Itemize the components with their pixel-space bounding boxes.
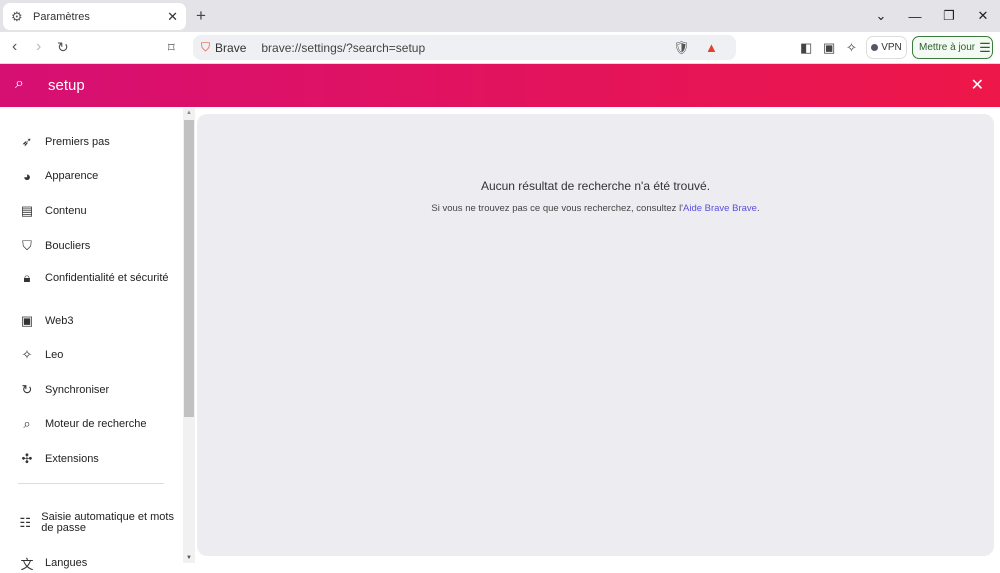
leo-icon[interactable]: ✧ xyxy=(846,40,857,56)
search-input[interactable]: setup xyxy=(48,77,85,94)
sidebar-item[interactable]: 文 Langues xyxy=(0,554,180,573)
menu-icon: ☰ xyxy=(979,39,991,55)
sync-icon: ↻ xyxy=(21,382,33,397)
url-text[interactable]: brave://settings/?search=setup xyxy=(261,41,425,55)
update-label: Mettre à jour xyxy=(919,42,976,53)
sidebar-toggle-icon[interactable]: ◧ xyxy=(800,40,812,56)
new-tab-button[interactable]: + xyxy=(196,6,206,26)
settings-search-bar: ⌕ setup ✕ xyxy=(0,64,1000,107)
sidebar-item[interactable]: ✧ Leo xyxy=(0,347,180,363)
search-icon: ⌕ xyxy=(23,416,31,431)
sidebar-item[interactable]: ☷ Saisie automatique et mots de passe xyxy=(0,512,180,534)
sidebar-item[interactable]: ↻ Synchroniser xyxy=(0,382,180,398)
sidebar-item-label: Langues xyxy=(45,557,88,569)
sidebar-item[interactable]: ▤ Contenu xyxy=(0,203,180,219)
sidebar-item[interactable]: ⌕ Moteur de recherche xyxy=(0,416,180,432)
sidebar-item[interactable]: 🔒︎ Confidentialité et sécurité xyxy=(0,270,180,286)
brave-shield-icon: ⛉ xyxy=(201,40,211,54)
gear-icon: ⚙ xyxy=(11,8,23,24)
address-bar[interactable]: ⛉ Brave brave://settings/?search=setup 🛡… xyxy=(193,35,736,60)
restore-button[interactable]: ❐ xyxy=(932,8,966,24)
rocket-icon: ➶ xyxy=(21,134,33,149)
sidebar-item[interactable]: ✣ Extensions xyxy=(0,451,180,467)
sidebar-item-label: Web3 xyxy=(45,314,74,327)
tab-title: Paramètres xyxy=(33,10,90,23)
help-link[interactable]: Aide Brave Brave xyxy=(683,203,757,214)
translate-icon: 文 xyxy=(20,557,34,572)
sidebar-item[interactable]: ▣ Web3 xyxy=(0,313,180,329)
tab-strip: ⚙ Paramètres ✕ + ⌄ — ❐ ✕ xyxy=(0,0,1000,32)
reload-button[interactable]: ↻ xyxy=(57,39,69,56)
sidebar-item[interactable]: ➶ Premiers pas xyxy=(0,134,180,150)
bookmark-icon[interactable]: ⌑ xyxy=(168,40,175,56)
sparkle-icon: ✧ xyxy=(21,347,33,362)
rewards-icon[interactable]: ▲ xyxy=(705,40,718,55)
vpn-label: VPN xyxy=(881,42,902,53)
wallet-icon[interactable]: ▣ xyxy=(823,40,835,56)
back-button[interactable]: ‹ xyxy=(12,38,17,56)
site-label: Brave xyxy=(215,40,247,55)
help-suffix: . xyxy=(756,203,760,214)
settings-sidebar: ➶ Premiers pas ◕ Apparence ▤ Contenu ⛉ Bouclier… xyxy=(0,108,183,572)
sidebar-item-label: Extensions xyxy=(45,452,99,465)
vpn-button[interactable]: VPN xyxy=(866,36,907,59)
tab-settings[interactable]: ⚙ Paramètres ✕ xyxy=(3,3,186,30)
puzzle-icon: ✣ xyxy=(21,451,33,466)
sidebar-item-label: Confidentialité et sécurité xyxy=(45,271,169,284)
help-text: Si vous ne trouvez pas ce que vous reche… xyxy=(431,203,683,214)
forward-button[interactable]: › xyxy=(36,38,41,56)
sidebar-scrollbar[interactable]: ▲ ▼ xyxy=(183,108,195,563)
scrollbar-thumb[interactable] xyxy=(184,120,194,417)
sidebar-item-label: Boucliers xyxy=(45,239,91,252)
vpn-status-icon xyxy=(871,44,879,51)
search-icon: ⌕ xyxy=(15,75,24,92)
sidebar-item-label: Saisie automatique et mots de passe xyxy=(41,511,174,534)
shield-icon: ⛉ xyxy=(22,238,32,253)
sidebar-divider xyxy=(18,483,164,484)
sidebar-item[interactable]: ◕ Apparence xyxy=(0,169,180,184)
list-icon: ☷ xyxy=(19,515,31,530)
no-results-help: Si vous ne trouvez pas ce que vous reche… xyxy=(197,203,994,214)
search-results-panel: Aucun résultat de recherche n'a été trou… xyxy=(197,114,994,556)
tab-search-chevron-icon[interactable]: ⌄ xyxy=(864,8,898,24)
wallet-icon: ▣ xyxy=(20,313,34,328)
toolbar: ‹ › ↻ ⌑ ⛉ Brave brave://settings/?search… xyxy=(0,32,1000,64)
no-results-heading: Aucun résultat de recherche n'a été trou… xyxy=(480,179,711,193)
sidebar-item-label: Premiers pas xyxy=(45,135,110,148)
sidebar-item-label: Apparence xyxy=(45,170,99,182)
minimize-button[interactable]: — xyxy=(898,9,932,24)
sidebar-item[interactable]: ⛉ Boucliers xyxy=(0,238,180,254)
sidebar-item-label: Contenu xyxy=(45,204,87,217)
close-tab-icon[interactable]: ✕ xyxy=(167,9,178,25)
update-menu-button[interactable]: Mettre à jour ☰ xyxy=(912,36,993,59)
brave-shields-button[interactable]: 🛡 xyxy=(673,40,690,56)
clear-search-button[interactable]: ✕ xyxy=(971,75,984,95)
close-window-button[interactable]: ✕ xyxy=(966,8,1000,24)
sidebar-item-label: Moteur de recherche xyxy=(45,417,147,430)
sidebar-item-label: Synchroniser xyxy=(45,383,110,396)
lock-icon: 🔒︎ xyxy=(23,270,31,285)
palette-icon: ◕ xyxy=(23,169,31,184)
content-icon: ▤ xyxy=(20,203,34,218)
sidebar-item-label: Leo xyxy=(45,348,64,361)
